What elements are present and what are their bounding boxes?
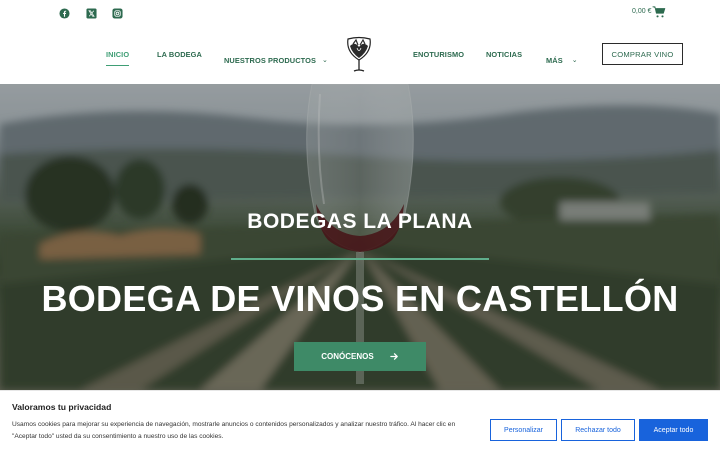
reject-all-button[interactable]: Rechazar todo [561, 419, 635, 441]
buy-wine-button[interactable]: COMPRAR VINO [602, 43, 683, 65]
top-bar: 0,00 € [0, 0, 720, 26]
nav-item-label: NUESTROS PRODUCTOS [224, 56, 317, 65]
nav-item-noticias[interactable]: NOTICIAS [486, 50, 522, 59]
hero-subtitle: BODEGAS LA PLANA [247, 210, 473, 233]
instagram-icon[interactable] [109, 5, 125, 21]
nav-item-label: MÁS [546, 56, 563, 65]
nav-item-nuestros-productos[interactable]: NUESTROS PRODUCTOS ⌄ [224, 50, 328, 68]
chevron-down-icon: ⌄ [322, 57, 328, 64]
facebook-icon[interactable] [56, 5, 72, 21]
x-twitter-icon[interactable] [83, 5, 99, 21]
main-navigation: INICIO LA BODEGA NUESTROS PRODUCTOS ⌄ ENO… [0, 26, 720, 84]
cookie-description: Usamos cookies para mejorar su experienc… [12, 421, 456, 440]
winery-logo-icon[interactable] [344, 36, 374, 74]
conocenos-button-label: CONÓCENOS [321, 352, 374, 361]
conocenos-button[interactable]: CONÓCENOS [294, 342, 426, 371]
nav-item-la-bodega[interactable]: LA BODEGA [157, 50, 202, 59]
nav-item-inicio[interactable]: INICIO [106, 50, 130, 66]
nav-item-enoturismo[interactable]: ENOTURISMO [413, 50, 464, 59]
customize-cookies-button[interactable]: Personalizar [490, 419, 557, 441]
accept-all-button[interactable]: Aceptar todo [639, 419, 708, 441]
shopping-cart-icon[interactable] [652, 5, 666, 19]
cookie-title: Valoramos tu privacidad [12, 402, 112, 412]
hero-title: BODEGA DE VINOS EN CASTELLÓN [41, 278, 679, 319]
hero-section: BODEGAS LA PLANA BODEGA DE VINOS EN CAST… [0, 84, 720, 390]
nav-item-mas[interactable]: MÁS ⌄ [546, 50, 578, 68]
cookie-banner: Valoramos tu privacidad Usamos cookies p… [0, 390, 720, 450]
cart-total[interactable]: 0,00 € [632, 8, 651, 15]
chevron-down-icon: ⌄ [571, 57, 578, 64]
hero-divider [231, 258, 489, 260]
arrow-right-icon [389, 353, 398, 360]
